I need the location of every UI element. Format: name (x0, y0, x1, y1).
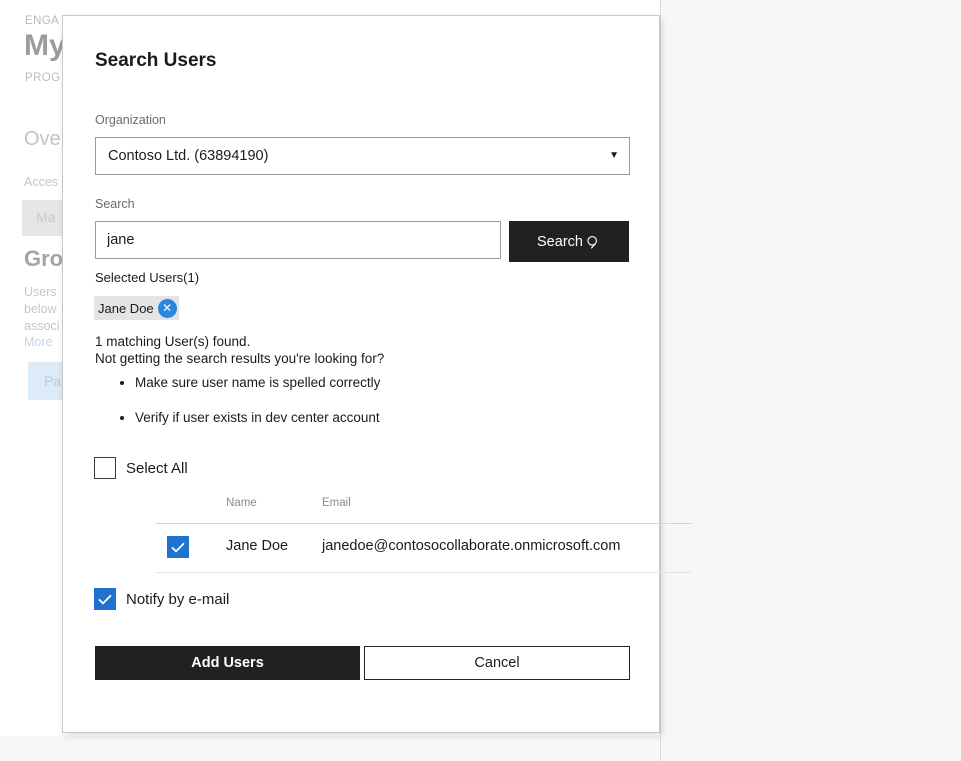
row-name-cell: Jane Doe (226, 538, 289, 554)
column-header-name: Name (226, 497, 257, 509)
list-item: Make sure user name is spelled correctly (135, 374, 380, 392)
row-checkbox[interactable] (167, 536, 189, 558)
background-paragraph-line-3: associ (24, 319, 60, 333)
select-all-checkbox[interactable] (94, 457, 116, 479)
background-bottom-shade (0, 736, 961, 761)
organization-label: Organization (95, 113, 166, 127)
row-email-cell: janedoe@contosocollaborate.onmicrosoft.c… (322, 538, 621, 554)
notify-by-email-row[interactable]: Notify by e-mail (94, 588, 229, 610)
organization-selected-value: Contoso Ltd. (63894190) (108, 148, 269, 164)
column-header-email: Email (322, 497, 351, 509)
background-paragraph-line-2: below (24, 302, 57, 316)
background-page-title: My (24, 29, 66, 62)
selected-user-chip-label: Jane Doe (98, 300, 154, 316)
background-manage-dropdown-value: Ma (36, 209, 56, 225)
background-eyebrow: ENGA (25, 15, 60, 27)
background-right-shade (661, 0, 961, 736)
dialog-title: Search Users (95, 50, 217, 71)
match-count-message: 1 matching User(s) found. (95, 334, 251, 349)
search-users-dialog: Search Users Organization Contoso Ltd. (… (62, 15, 692, 733)
organization-select[interactable]: Contoso Ltd. (63894190) ▼ (95, 137, 630, 175)
close-icon[interactable]: ✕ (157, 298, 177, 318)
table-rule-bottom (156, 572, 692, 573)
background-overview-tab[interactable]: Ove (24, 128, 61, 151)
search-hints-list: Make sure user name is spelled correctly… (115, 374, 380, 444)
add-users-button[interactable]: Add Users (95, 646, 360, 680)
select-all-row[interactable]: Select All (94, 457, 188, 479)
background-access-label: Acces (24, 175, 59, 189)
screen-root: ENGA My PROG Ove Acces Ma ▼ Gro Users be… (0, 0, 961, 761)
notify-by-email-checkbox[interactable] (94, 588, 116, 610)
no-results-question: Not getting the search results you're lo… (95, 351, 385, 366)
table-row[interactable]: Jane Doe janedoe@contosocollaborate.onmi… (63, 524, 661, 572)
search-label: Search (95, 197, 135, 211)
background-group-title: Gro (24, 246, 64, 271)
list-item: Verify if user exists in dev center acco… (135, 409, 380, 427)
background-paragraph-line-1: Users (24, 285, 57, 299)
cancel-button[interactable]: Cancel (364, 646, 630, 680)
search-icon (586, 235, 601, 250)
search-button-label: Search (537, 233, 583, 250)
background-more-link[interactable]: More (24, 335, 52, 349)
background-program-label: PROG (25, 72, 61, 84)
notify-by-email-label: Notify by e-mail (126, 590, 230, 608)
search-input[interactable] (95, 221, 501, 259)
search-button[interactable]: Search (509, 221, 629, 262)
selected-users-label: Selected Users(1) (95, 270, 200, 285)
chevron-down-icon: ▼ (609, 150, 619, 161)
selected-user-chip: Jane Doe ✕ (94, 296, 179, 320)
select-all-label: Select All (126, 459, 188, 477)
background-vertical-rule (660, 0, 661, 761)
